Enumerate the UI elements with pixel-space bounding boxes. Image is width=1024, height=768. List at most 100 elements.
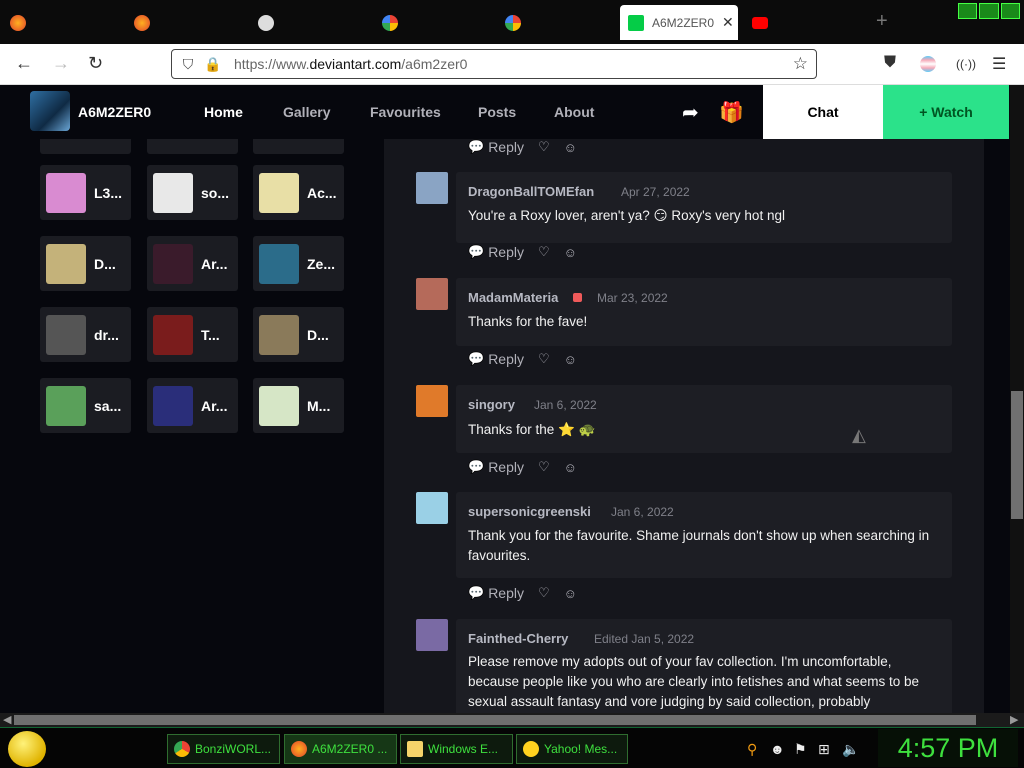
reply-button[interactable]: 💬 Reply xyxy=(468,351,524,367)
address-bar[interactable]: ⛉ 🔒 https://www.deviantart.com/a6m2zer0 … xyxy=(171,49,817,79)
watcher-card[interactable]: D... xyxy=(253,307,344,362)
taskbar-button-bonziworld[interactable]: BonziWORL... xyxy=(167,734,280,764)
bookmark-star-icon[interactable]: ☆ xyxy=(793,54,808,74)
reply-button[interactable]: 💬 Reply xyxy=(468,585,524,601)
heart-icon[interactable]: ♡ xyxy=(538,585,550,601)
commenter-name[interactable]: DragonBallTOMEfan xyxy=(468,184,594,199)
watcher-card[interactable]: L3... xyxy=(40,165,131,220)
search-icon[interactable]: ⚲ xyxy=(747,741,757,758)
watcher-card[interactable]: D... xyxy=(40,236,131,291)
add-reaction-icon[interactable]: ☺ xyxy=(564,586,577,601)
reply-button[interactable]: 💬 Reply xyxy=(468,459,524,475)
watcher-name[interactable]: D... xyxy=(94,256,116,272)
shield-icon[interactable]: ⛉ xyxy=(180,56,196,72)
commenter-avatar[interactable] xyxy=(416,385,448,417)
tab-google-2[interactable] xyxy=(503,5,523,40)
watcher-card[interactable]: so... xyxy=(147,165,238,220)
comment-date[interactable]: Mar 23, 2022 xyxy=(597,291,668,305)
tab-deviantart[interactable]: A6M2ZER0 | ✕ xyxy=(620,5,738,40)
profile-avatar[interactable] xyxy=(30,91,70,131)
vertical-scrollbar[interactable] xyxy=(1010,85,1024,713)
watcher-name[interactable]: Ar... xyxy=(201,398,227,414)
tab-bonzi[interactable] xyxy=(256,5,276,40)
watcher-avatar[interactable] xyxy=(46,386,86,426)
tab-firefox-2[interactable] xyxy=(132,5,152,40)
gift-icon[interactable]: 🎁 xyxy=(719,100,744,125)
watcher-name[interactable]: Ze... xyxy=(307,256,335,272)
watcher-card[interactable]: M... xyxy=(253,378,344,433)
watcher-avatar[interactable] xyxy=(46,315,86,355)
watcher-name[interactable]: dr... xyxy=(94,327,119,343)
tab-google-1[interactable] xyxy=(380,5,400,40)
watcher-name[interactable]: Ar... xyxy=(201,256,227,272)
watcher-card[interactable]: Ac... xyxy=(253,165,344,220)
account-icon[interactable] xyxy=(920,56,936,72)
share-icon[interactable]: ➦ xyxy=(682,100,699,125)
lock-icon[interactable]: 🔒 xyxy=(204,56,221,72)
extension-icon[interactable]: ((·)) xyxy=(956,57,976,71)
watcher-name[interactable]: M... xyxy=(307,398,330,414)
comment-date[interactable]: Apr 27, 2022 xyxy=(621,185,690,199)
scroll-left-arrow-icon[interactable]: ◀ xyxy=(3,713,11,726)
taskbar-button-explorer[interactable]: Windows E... xyxy=(400,734,513,764)
nav-home[interactable]: Home xyxy=(204,104,243,120)
taskbar-button-firefox[interactable]: A6M2ZER0 ... xyxy=(284,734,397,764)
watcher-name[interactable]: D... xyxy=(307,327,329,343)
forward-arrow-icon[interactable]: → xyxy=(52,53,70,74)
scrollbar-thumb[interactable] xyxy=(1011,391,1023,519)
heart-icon[interactable]: ♡ xyxy=(538,244,550,260)
watcher-card[interactable]: Ar... xyxy=(147,378,238,433)
scrollbar-thumb[interactable] xyxy=(14,715,976,725)
menu-icon[interactable]: ☰ xyxy=(992,54,1006,74)
watcher-card[interactable]: Ze... xyxy=(253,236,344,291)
clock[interactable]: 4:57 PM xyxy=(878,729,1018,767)
watch-button[interactable]: + Watch xyxy=(883,85,1009,139)
messenger-icon[interactable]: ☻ xyxy=(770,741,785,757)
watcher-name[interactable]: L3... xyxy=(94,185,122,201)
commenter-name[interactable]: supersonicgreenski xyxy=(468,504,591,519)
watcher-avatar[interactable] xyxy=(46,173,86,213)
tab-youtube[interactable] xyxy=(750,5,770,40)
watcher-avatar[interactable] xyxy=(259,173,299,213)
taskbar-button-yahoo[interactable]: Yahoo! Mes... xyxy=(516,734,628,764)
heart-icon[interactable]: ♡ xyxy=(538,139,550,155)
back-arrow-icon[interactable]: ← xyxy=(15,53,33,74)
heart-icon[interactable]: ♡ xyxy=(538,459,550,475)
volume-icon[interactable]: 🔈 xyxy=(842,741,859,758)
flag-icon[interactable]: ⚑ xyxy=(794,741,807,758)
bonzi-start-icon[interactable] xyxy=(8,731,46,767)
nav-posts[interactable]: Posts xyxy=(478,104,516,120)
add-reaction-icon[interactable]: ☺ xyxy=(564,245,577,260)
watcher-card[interactable] xyxy=(40,139,131,154)
commenter-name[interactable]: singory xyxy=(468,397,515,412)
reply-button[interactable]: 💬 Reply xyxy=(468,244,524,260)
scroll-right-arrow-icon[interactable]: ▶ xyxy=(1010,713,1018,726)
comment-date[interactable]: Jan 6, 2022 xyxy=(611,505,674,519)
watcher-avatar[interactable] xyxy=(153,315,193,355)
watcher-avatar[interactable] xyxy=(153,173,193,213)
watcher-card[interactable] xyxy=(147,139,238,154)
tab-firefox-1[interactable] xyxy=(8,5,28,40)
chat-button[interactable]: Chat xyxy=(763,85,883,139)
watcher-card[interactable]: T... xyxy=(147,307,238,362)
comment-date[interactable]: Edited Jan 5, 2022 xyxy=(594,632,694,646)
add-reaction-icon[interactable]: ☺ xyxy=(564,352,577,367)
close-icon[interactable]: ✕ xyxy=(722,14,734,31)
pocket-icon[interactable]: ⛊ xyxy=(884,54,896,72)
watcher-name[interactable]: T... xyxy=(201,327,220,343)
watcher-card[interactable]: dr... xyxy=(40,307,131,362)
comment-date[interactable]: Jan 6, 2022 xyxy=(534,398,597,412)
new-tab-button[interactable]: + xyxy=(876,10,888,33)
watcher-card[interactable] xyxy=(253,139,344,154)
watcher-avatar[interactable] xyxy=(259,386,299,426)
commenter-avatar[interactable] xyxy=(416,619,448,651)
commenter-avatar[interactable] xyxy=(416,172,448,204)
commenter-avatar[interactable] xyxy=(416,278,448,310)
heart-icon[interactable]: ♡ xyxy=(538,351,550,367)
add-reaction-icon[interactable]: ☺ xyxy=(564,140,577,155)
window-controls[interactable] xyxy=(958,3,1020,19)
add-reaction-icon[interactable]: ☺ xyxy=(564,460,577,475)
horizontal-scrollbar[interactable]: ◀ ▶ xyxy=(0,713,1024,727)
watcher-avatar[interactable] xyxy=(46,244,86,284)
watcher-avatar[interactable] xyxy=(259,315,299,355)
